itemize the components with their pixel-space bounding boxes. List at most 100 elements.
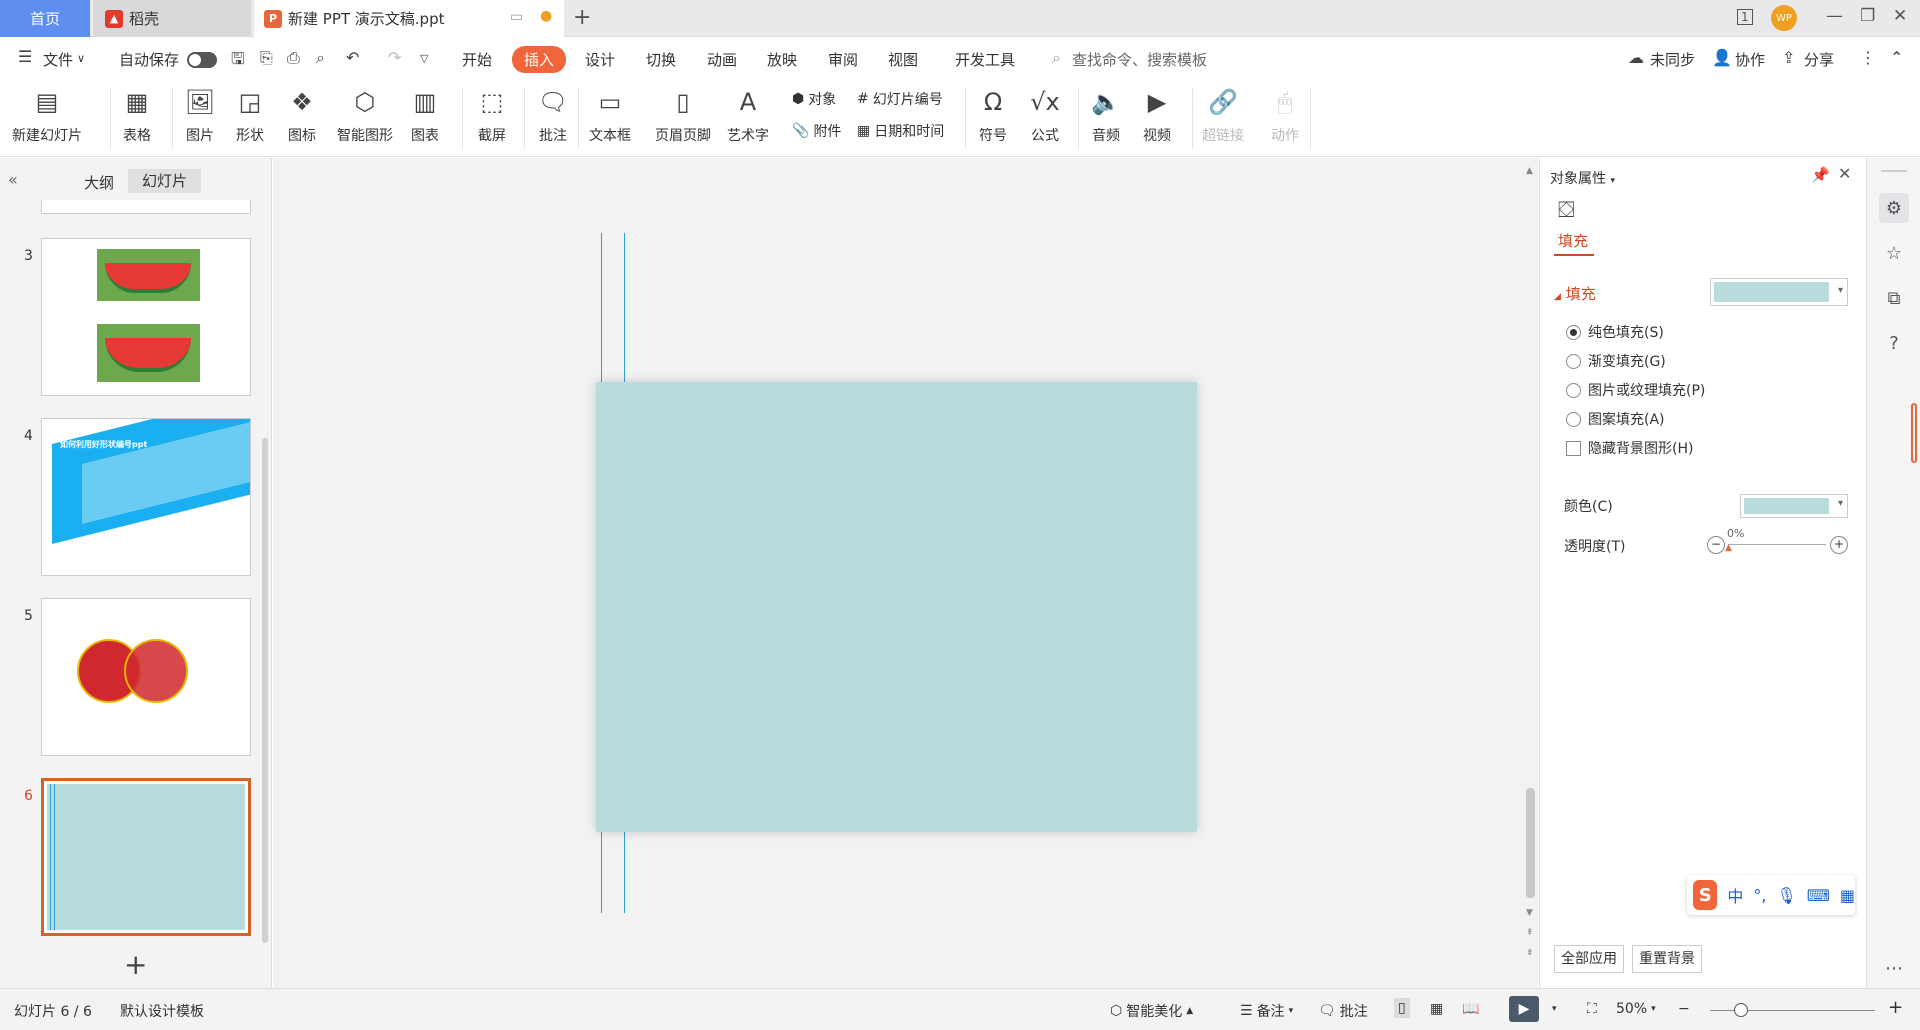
keyboard-icon[interactable]: ⌨ xyxy=(1807,886,1830,905)
layout-icon[interactable]: 1 xyxy=(1737,9,1753,25)
export-icon[interactable]: ⎘ xyxy=(260,48,273,68)
apps-grid-icon[interactable]: ▦ xyxy=(1840,886,1855,905)
more-icon[interactable]: ⋮ xyxy=(1860,48,1876,67)
zoom-in-button[interactable]: + xyxy=(1888,997,1903,1018)
paint-bucket-icon[interactable]: ⛋ xyxy=(1558,198,1575,223)
decrease-transparency-button[interactable]: − xyxy=(1707,536,1725,554)
chart-button[interactable]: ▥ 图表 xyxy=(408,85,442,145)
picture-fill-option[interactable]: 图片或纹理填充(P) xyxy=(1566,380,1705,400)
play-options-icon[interactable]: ▾ xyxy=(1552,1004,1557,1014)
slider-knob[interactable]: ▲ xyxy=(1725,543,1732,553)
fit-window-icon[interactable]: ⛶ xyxy=(1587,1001,1597,1017)
hide-background-option[interactable]: 隐藏背景图形(H) xyxy=(1566,438,1693,458)
prev-slide-icon[interactable]: ⇞ xyxy=(1526,928,1534,938)
avatar[interactable]: WP xyxy=(1771,5,1797,31)
object-button[interactable]: ⬢ 对象 xyxy=(792,89,836,109)
play-slideshow-button[interactable]: ▶ xyxy=(1509,996,1539,1022)
menu-animation[interactable]: 动画 xyxy=(707,49,737,70)
transparency-slider[interactable] xyxy=(1728,544,1826,545)
comments-button[interactable]: 🗨 批注 xyxy=(1318,1001,1368,1021)
wordart-button[interactable]: A 艺术字 xyxy=(727,85,769,145)
slide-thumbnail-6[interactable] xyxy=(41,778,251,936)
icon-button[interactable]: ❖ 图标 xyxy=(285,85,319,145)
pattern-fill-option[interactable]: 图案填充(A) xyxy=(1566,409,1665,429)
ime-punctuation[interactable]: °, xyxy=(1753,886,1766,905)
print-icon[interactable]: ⎙ xyxy=(287,48,300,68)
zoom-slider-knob[interactable] xyxy=(1734,1003,1748,1017)
menu-home[interactable]: 开始 xyxy=(462,49,492,70)
menu-insert[interactable]: 插入 xyxy=(512,46,567,73)
shape-button[interactable]: ◲ 形状 xyxy=(233,85,267,145)
zoom-level[interactable]: 50% ▾ xyxy=(1616,1001,1656,1017)
radio[interactable] xyxy=(1566,382,1581,398)
file-menu[interactable]: 文件 xyxy=(43,49,73,70)
add-slide-button[interactable]: + xyxy=(124,948,147,981)
beautify-button[interactable]: ⬡ 智能美化 ▲ xyxy=(1110,1001,1193,1021)
canvas-scroll-thumb[interactable] xyxy=(1526,788,1535,898)
increase-transparency-button[interactable]: + xyxy=(1830,536,1848,554)
autosave-toggle[interactable] xyxy=(187,50,217,68)
tab-slides[interactable]: 幻灯片 xyxy=(128,169,202,193)
video-button[interactable]: ▶ 视频 xyxy=(1140,85,1174,145)
monitor-icon[interactable]: ▭ xyxy=(510,9,523,25)
share-button[interactable]: 分享 xyxy=(1804,49,1834,70)
microphone-icon[interactable]: 🎙 xyxy=(1776,886,1796,905)
picture-button[interactable]: 🖼 图片 xyxy=(183,85,217,145)
properties-title[interactable]: 对象属性 ▾ xyxy=(1550,168,1615,188)
menu-slideshow[interactable]: 放映 xyxy=(767,49,797,70)
menu-review[interactable]: 审阅 xyxy=(828,49,858,70)
fill-tab[interactable]: 填充 xyxy=(1558,230,1588,251)
template-name[interactable]: 默认设计模板 xyxy=(120,1001,204,1021)
command-search[interactable]: 查找命令、搜索模板 xyxy=(1072,49,1207,70)
close-panel-icon[interactable]: ✕ xyxy=(1838,164,1851,183)
tab-docer[interactable]: ▲ 稻壳 xyxy=(93,0,251,37)
sorter-view-icon[interactable]: ▦ xyxy=(1430,1001,1443,1017)
transition-icon[interactable]: ⧉ xyxy=(1879,283,1909,313)
fill-section-header[interactable]: ◢ 填充 xyxy=(1554,283,1596,304)
slide-thumbnail-4[interactable]: 如何利用好形状编号ppt xyxy=(41,418,251,576)
radio[interactable] xyxy=(1566,411,1581,427)
collapse-ribbon-icon[interactable]: ⌃ xyxy=(1890,48,1903,67)
more-options-icon[interactable]: ⋯ xyxy=(1879,953,1909,983)
properties-icon[interactable]: ⚙ xyxy=(1879,193,1909,223)
apply-all-button[interactable]: 全部应用 xyxy=(1554,945,1624,973)
ime-toolbar[interactable]: S 中 °, 🎙 ⌨ ▦ xyxy=(1687,875,1855,915)
notes-button[interactable]: ☰ 备注 ▾ xyxy=(1240,1001,1293,1021)
sync-status[interactable]: 未同步 xyxy=(1650,49,1695,70)
menu-view[interactable]: 视图 xyxy=(888,49,918,70)
file-chevron-icon[interactable]: ∨ xyxy=(77,52,85,65)
radio-selected[interactable] xyxy=(1566,324,1581,340)
undo-icon[interactable]: ↶ xyxy=(346,48,359,67)
pin-icon[interactable]: 📌 xyxy=(1811,166,1830,184)
collaborate-button[interactable]: 协作 xyxy=(1735,49,1765,70)
datetime-button[interactable]: ▦ 日期和时间 xyxy=(857,121,944,141)
minimize-icon[interactable]: — xyxy=(1826,6,1843,26)
canvas-scrollbar[interactable]: ▲ ▼ ⇞ ⇟ xyxy=(1523,158,1538,988)
sidebar-scroll-indicator[interactable] xyxy=(1911,403,1917,463)
slide-canvas[interactable] xyxy=(273,158,1523,988)
close-icon[interactable]: ✕ xyxy=(1893,6,1907,26)
next-slide-icon[interactable]: ⇟ xyxy=(1526,948,1534,958)
slide-panel-scrollbar[interactable] xyxy=(262,438,268,943)
textbox-button[interactable]: ▭ 文本框 xyxy=(589,85,631,145)
formula-button[interactable]: √x 公式 xyxy=(1028,85,1062,145)
menu-transition[interactable]: 切换 xyxy=(646,49,676,70)
menu-design[interactable]: 设计 xyxy=(585,49,615,70)
header-footer-button[interactable]: ▯ 页眉页脚 xyxy=(655,85,711,145)
menu-developer[interactable]: 开发工具 xyxy=(955,49,1015,70)
hamburger-icon[interactable]: ☰ xyxy=(18,47,32,66)
slide-thumbnail-5[interactable] xyxy=(41,598,251,756)
symbol-button[interactable]: Ω 符号 xyxy=(976,85,1010,145)
slide-number-button[interactable]: # 幻灯片编号 xyxy=(857,89,943,109)
slide-thumbnail-2[interactable] xyxy=(41,200,251,214)
help-icon[interactable]: ? xyxy=(1879,328,1909,358)
solid-fill-option[interactable]: 纯色填充(S) xyxy=(1566,322,1664,342)
table-button[interactable]: ▦ 表格 xyxy=(120,85,154,145)
new-tab-button[interactable]: + xyxy=(573,5,591,30)
preview-icon[interactable]: ⌕ xyxy=(316,48,325,68)
slide-thumbnail-3[interactable] xyxy=(41,238,251,396)
restore-icon[interactable]: ❐ xyxy=(1860,6,1875,26)
comment-button[interactable]: 🗨 批注 xyxy=(536,85,570,145)
fill-color-picker[interactable]: ▾ xyxy=(1710,278,1848,306)
color-picker[interactable]: ▾ xyxy=(1740,494,1848,518)
